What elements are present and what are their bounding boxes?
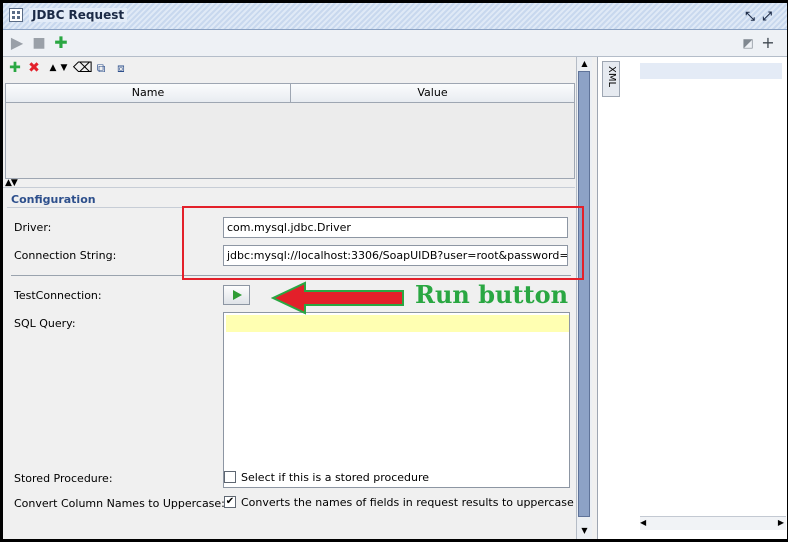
- move-down-icon[interactable]: ▼: [56, 60, 72, 76]
- checkmark-icon: ✔: [225, 496, 235, 507]
- scroll-right-icon[interactable]: ▶: [778, 518, 784, 527]
- tab-xml[interactable]: XML: [602, 61, 620, 97]
- driver-label: Driver:: [14, 221, 52, 234]
- uppercase-label: Convert Column Names to Uppercase:: [14, 497, 225, 510]
- response-header: [640, 63, 782, 79]
- window-title: JDBC Request: [29, 8, 128, 22]
- test-connection-label: TestConnection:: [14, 289, 102, 302]
- play-icon[interactable]: ▶: [8, 34, 26, 52]
- restore-icon[interactable]: ⤡: [743, 9, 757, 23]
- eraser-icon[interactable]: ⌫: [73, 60, 93, 76]
- scroll-up-icon[interactable]: ▲: [577, 57, 592, 70]
- jdbc-request-window: JDBC Request ⤡ ⤢ ▶ ■ ✚ ◩ + ✚ ✖ ▲ ▼ ⌫ ⧉ ⧈…: [2, 2, 788, 540]
- sql-query-editor[interactable]: [223, 312, 570, 488]
- current-line-highlight: [226, 315, 569, 332]
- delete-icon[interactable]: ✖: [26, 60, 42, 76]
- stored-procedure-checkbox[interactable]: [224, 471, 236, 483]
- column-header-value[interactable]: Value: [291, 84, 574, 102]
- clear-icon[interactable]: ◩: [739, 34, 757, 52]
- request-toolbar: ▶ ■ ✚ ◩ +: [3, 30, 787, 57]
- properties-table: Name Value: [5, 83, 575, 179]
- uppercase-checkbox[interactable]: ✔: [224, 496, 236, 508]
- red-arrow-icon: [271, 281, 404, 315]
- property-toolbar: ✚ ✖ ▲ ▼ ⌫ ⧉ ⧈: [3, 57, 575, 81]
- scroll-thumb[interactable]: [578, 71, 590, 517]
- title-bar: JDBC Request ⤡ ⤢: [3, 3, 787, 30]
- plus-icon[interactable]: +: [759, 34, 777, 52]
- add-icon[interactable]: ✚: [7, 60, 23, 76]
- connection-string-label: Connection String:: [14, 249, 117, 262]
- scroll-down-icon[interactable]: ▼: [577, 524, 592, 537]
- configuration-heading: Configuration: [11, 193, 96, 206]
- run-button-annotation: Run button: [415, 280, 569, 309]
- response-panel: XML ◀ ▶: [597, 57, 787, 539]
- horizontal-scrollbar[interactable]: ◀ ▶: [640, 516, 786, 530]
- sql-query-label: SQL Query:: [14, 317, 76, 330]
- scroll-left-icon[interactable]: ◀: [640, 518, 646, 527]
- xml-tab-label: XML: [606, 66, 617, 88]
- expand-icon[interactable]: ⤢: [760, 9, 774, 23]
- splitter[interactable]: [3, 187, 575, 188]
- vertical-scrollbar[interactable]: ▲ ▼: [576, 57, 592, 539]
- run-button[interactable]: [223, 285, 250, 305]
- add-icon[interactable]: ✚: [52, 34, 70, 52]
- uppercase-checkbox-label: Converts the names of fields in request …: [241, 496, 574, 509]
- column-header-name[interactable]: Name: [6, 84, 290, 102]
- highlight-box: [182, 206, 584, 280]
- table-header: Name Value: [6, 84, 574, 103]
- stored-procedure-label: Stored Procedure:: [14, 472, 113, 485]
- stored-procedure-checkbox-label: Select if this is a stored procedure: [241, 471, 430, 484]
- paste-params-icon[interactable]: ⧈: [113, 60, 129, 76]
- copy-params-icon[interactable]: ⧉: [93, 60, 109, 76]
- stop-icon[interactable]: ■: [30, 34, 48, 52]
- window-icon: [9, 8, 23, 22]
